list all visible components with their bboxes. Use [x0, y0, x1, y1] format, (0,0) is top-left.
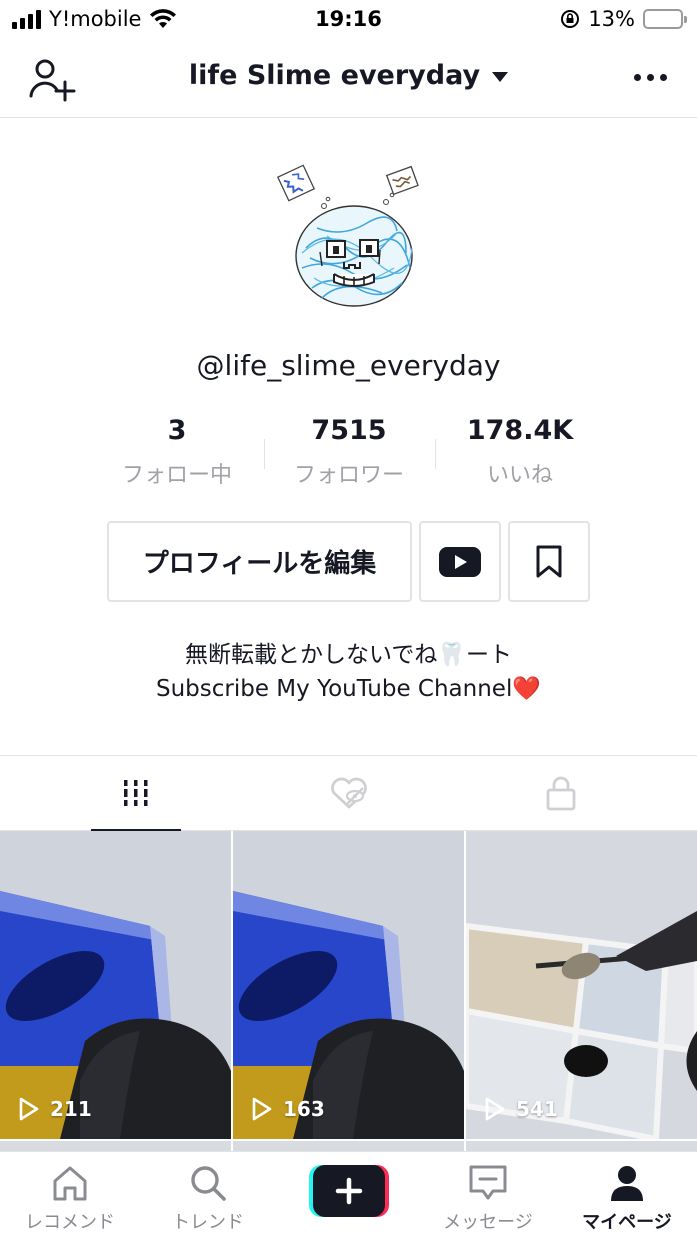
video-thumbnail[interactable]: 211	[0, 831, 231, 1139]
battery-icon	[643, 9, 687, 29]
play-icon	[485, 1097, 505, 1121]
play-icon	[252, 1097, 272, 1121]
view-count-value: 211	[50, 1097, 92, 1121]
likes-stat[interactable]: 178.4K いいね	[435, 415, 605, 489]
status-right: 13%	[560, 7, 687, 31]
account-switcher[interactable]: life Slime everyday	[0, 60, 697, 91]
profile-handle: @life_slime_everyday	[196, 349, 501, 382]
edit-profile-button[interactable]: プロフィールを編集	[107, 521, 412, 602]
view-count-value: 541	[516, 1097, 558, 1121]
tab-discover[interactable]: トレンド	[138, 1160, 278, 1234]
likes-count: 178.4K	[466, 415, 574, 446]
view-count: 163	[251, 1097, 325, 1121]
profile-stats: 3 フォロー中 7515 フォロワー 178.4K いいね	[0, 415, 697, 495]
tab-liked[interactable]	[233, 756, 465, 830]
tab-label: マイページ	[582, 1212, 672, 1233]
tab-home[interactable]: レコメンド	[0, 1160, 140, 1234]
tab-label: レコメンド	[25, 1212, 115, 1233]
thought-bubble-right	[385, 165, 419, 196]
bio-line: 無断転載とかしないでね🦷ート	[185, 642, 512, 668]
thumbnail-image	[0, 831, 231, 1139]
video-thumbnail[interactable]: 541	[466, 831, 697, 1139]
video-thumbnail-partial	[466, 1141, 697, 1151]
battery-percent: 13%	[588, 7, 635, 31]
liked-hidden-icon	[331, 777, 367, 809]
following-count: 3	[167, 415, 187, 446]
bio-line: Subscribe My YouTube Channel❤️	[156, 676, 541, 702]
tab-label: メッセージ	[443, 1212, 533, 1233]
youtube-icon	[439, 546, 481, 577]
video-thumbnail-partial	[0, 1141, 231, 1151]
video-thumbnail-partial	[233, 1141, 464, 1151]
favorites-button[interactable]	[508, 521, 590, 602]
bottom-tab-bar: レコメンド トレンド メッセージ マイページ	[0, 1151, 697, 1240]
tab-profile[interactable]: マイページ	[557, 1160, 697, 1234]
more-options-icon[interactable]	[634, 74, 667, 81]
profile-icon	[611, 1166, 643, 1201]
following-label: フォロー中	[121, 463, 232, 488]
view-count-value: 163	[283, 1097, 325, 1121]
home-icon	[53, 1166, 87, 1201]
grid-icon	[124, 780, 148, 806]
thumbnail-image	[233, 831, 464, 1139]
avatar[interactable]	[272, 158, 432, 308]
bookmark-icon	[536, 545, 562, 577]
video-thumbnail[interactable]: 163	[233, 831, 464, 1139]
tab-inbox[interactable]: メッセージ	[418, 1160, 558, 1234]
thought-bubble-left	[276, 164, 316, 202]
account-name: life Slime everyday	[188, 60, 481, 91]
following-stat[interactable]: 3 フォロー中	[92, 415, 262, 489]
message-icon	[469, 1165, 507, 1200]
tab-videos[interactable]	[20, 756, 252, 830]
likes-label: いいね	[486, 463, 553, 488]
chevron-down-icon	[492, 71, 509, 82]
profile-header: life Slime everyday	[0, 40, 697, 118]
create-button[interactable]	[309, 1165, 389, 1217]
lock-icon	[546, 776, 576, 811]
youtube-button[interactable]	[419, 521, 501, 602]
tab-label: トレンド	[172, 1212, 244, 1233]
search-icon	[191, 1166, 226, 1201]
tab-private[interactable]	[445, 756, 677, 830]
play-icon	[19, 1097, 39, 1121]
followers-stat[interactable]: 7515 フォロワー	[264, 415, 434, 489]
followers-label: フォロワー	[293, 463, 404, 488]
thumbnail-image	[466, 831, 697, 1139]
view-count: 541	[484, 1097, 558, 1121]
orientation-lock-icon	[561, 10, 580, 28]
status-bar: Y!mobile 19:16 13%	[0, 0, 697, 40]
video-grid: 211 163 541	[0, 831, 697, 1151]
view-count: 211	[18, 1097, 92, 1121]
profile-bio: 無断転載とかしないでね🦷ート Subscribe My YouTube Chan…	[0, 638, 697, 706]
followers-count: 7515	[311, 415, 387, 446]
content-tabs	[0, 755, 697, 832]
